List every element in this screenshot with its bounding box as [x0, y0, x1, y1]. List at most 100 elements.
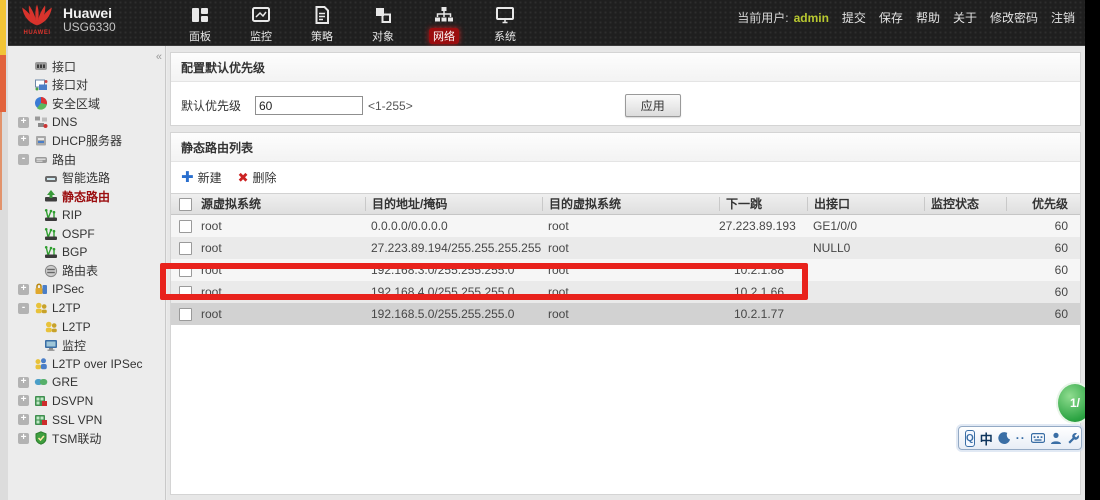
sidebar-item-label: DNS — [52, 115, 77, 129]
tree-expander-icon[interactable]: + — [18, 284, 29, 295]
row-checkbox[interactable] — [179, 220, 192, 233]
sidebar-item-label: DHCP服务器 — [52, 132, 122, 149]
column-header[interactable]: 目的地址/掩码 — [365, 197, 542, 211]
nav-label: 面板 — [185, 28, 215, 44]
sidebar-item[interactable]: OSPF — [8, 224, 165, 243]
tree-expander-icon[interactable]: + — [18, 414, 29, 425]
ime-fullwidth-moon-icon[interactable] — [998, 431, 1011, 446]
nav-item[interactable]: 策略 — [302, 3, 342, 45]
table-row[interactable]: root 0.0.0.0/0.0.0.0 root 27.223.89.193 … — [171, 215, 1080, 237]
sidebar-item[interactable]: 接口对 — [8, 76, 165, 95]
delete-route-button[interactable]: ✖ 删除 — [238, 169, 277, 186]
topbar-link[interactable]: 注销 — [1051, 9, 1075, 26]
protocol-sprout-icon — [44, 227, 58, 241]
cell-next-hop: 10.2.1.77 — [719, 307, 807, 321]
column-header[interactable]: 下一跳 — [719, 197, 807, 211]
sidebar-item[interactable]: + IPSec — [8, 280, 165, 299]
table-toolbar: ✚ 新建 ✖ 删除 — [171, 162, 1080, 193]
tree-expander-icon[interactable]: + — [18, 135, 29, 146]
column-header[interactable]: 源虚拟系统 — [195, 197, 365, 211]
sidebar-item[interactable]: + TSM联动 — [8, 429, 165, 448]
sidebar-item[interactable]: 安全区域 — [8, 94, 165, 113]
row-checkbox[interactable] — [179, 242, 192, 255]
sidebar-item-label: 智能选路 — [62, 169, 110, 186]
table-header-row: 源虚拟系统目的地址/掩码目的虚拟系统下一跳出接口监控状态优先级 — [171, 193, 1080, 215]
topbar-link[interactable]: 提交 — [842, 9, 866, 26]
sidebar-item[interactable]: 静态路由 — [8, 187, 165, 206]
ime-logo-icon[interactable]: Q — [965, 430, 975, 447]
sidebar-item[interactable]: L2TP — [8, 317, 165, 336]
column-header[interactable]: 监控状态 — [924, 197, 1006, 211]
sidebar-item[interactable]: L2TP over IPSec — [8, 355, 165, 374]
cell-out-interface: NULL0 — [807, 241, 924, 255]
sidebar-item[interactable]: + SSL VPN — [8, 410, 165, 429]
table-row[interactable]: root 27.223.89.194/255.255.255.255 root … — [171, 237, 1080, 259]
vpn-grid-icon — [34, 413, 48, 427]
huawei-logo-text: HUAWEI — [24, 30, 51, 36]
default-priority-input[interactable] — [255, 96, 363, 115]
column-header[interactable]: 出接口 — [807, 197, 924, 211]
sidebar-item[interactable]: BGP — [8, 243, 165, 262]
row-checkbox[interactable] — [179, 308, 192, 321]
new-route-button[interactable]: ✚ 新建 — [181, 169, 222, 186]
background-strip-line — [0, 112, 2, 210]
ime-wrench-icon[interactable] — [1067, 431, 1080, 446]
sidebar-item[interactable]: + GRE — [8, 373, 165, 392]
select-all-checkbox[interactable] — [179, 198, 192, 211]
ipsec-icon — [34, 282, 48, 296]
topbar-link[interactable]: 保存 — [879, 9, 903, 26]
nav-item[interactable]: 系统 — [485, 3, 525, 45]
sidebar-collapse-icon[interactable]: « — [156, 51, 162, 63]
topbar-link[interactable]: 修改密码 — [990, 9, 1038, 26]
sidebar-item[interactable]: + DHCP服务器 — [8, 131, 165, 150]
topbar-link[interactable]: 关于 — [953, 9, 977, 26]
ime-keyboard-icon[interactable] — [1031, 431, 1045, 446]
sidebar-item[interactable]: 路由表 — [8, 262, 165, 281]
cell-next-hop: 27.223.89.193 — [719, 219, 807, 233]
protocol-sprout-icon — [44, 208, 58, 222]
column-header[interactable]: 优先级 — [1006, 197, 1080, 211]
cell-source-vsys: root — [195, 219, 365, 233]
topbar-link[interactable]: 帮助 — [916, 9, 940, 26]
static-route-icon — [44, 189, 58, 203]
ime-language-toggle[interactable]: 中 — [980, 431, 993, 446]
sidebar-item[interactable]: 智能选路 — [8, 169, 165, 188]
nav-item[interactable]: 对象 — [363, 3, 403, 45]
sidebar-item[interactable]: + DSVPN — [8, 392, 165, 411]
sidebar-item[interactable]: - 路由 — [8, 150, 165, 169]
system-icon — [494, 4, 516, 26]
interface-icon — [34, 59, 48, 73]
cell-destination: 0.0.0.0/0.0.0.0 — [365, 219, 542, 233]
tree-expander-icon[interactable]: + — [18, 433, 29, 444]
sidebar-item[interactable]: + DNS — [8, 113, 165, 132]
column-header[interactable]: 目的虚拟系统 — [542, 197, 719, 211]
sidebar-item-label: 监控 — [62, 337, 86, 354]
sidebar-item-label: L2TP — [62, 320, 91, 334]
sidebar-item[interactable]: - L2TP — [8, 299, 165, 318]
tree-expander-icon[interactable]: + — [18, 377, 29, 388]
tree-expander-icon[interactable]: + — [18, 117, 29, 128]
nav-item[interactable]: 监控 — [241, 3, 281, 45]
monitor-icon — [250, 4, 272, 26]
tree-expander-icon[interactable]: - — [18, 303, 29, 314]
vpn-grid-icon — [34, 394, 48, 408]
brand-name: Huawei — [63, 5, 116, 21]
sidebar-item[interactable]: RIP — [8, 206, 165, 225]
annotation-highlight-box — [160, 263, 808, 300]
ime-punctuation-icon[interactable]: ·· — [1016, 431, 1026, 446]
tree-expander-icon[interactable]: - — [18, 154, 29, 165]
nav-label: 对象 — [368, 28, 398, 44]
l2tp-icon — [34, 301, 48, 315]
apply-button[interactable]: 应用 — [625, 94, 681, 117]
ime-user-icon[interactable] — [1050, 431, 1062, 446]
nav-item[interactable]: 网络 — [424, 3, 464, 45]
sidebar-item[interactable]: 接口 — [8, 57, 165, 76]
table-row[interactable]: root 192.168.5.0/255.255.255.0 root 10.2… — [171, 303, 1080, 325]
sidebar-item-label: 路由表 — [62, 262, 98, 279]
nav-item[interactable]: 面板 — [180, 3, 220, 45]
tree-expander-icon[interactable]: + — [18, 395, 29, 406]
sidebar-item[interactable]: 监控 — [8, 336, 165, 355]
letterbox-right — [1085, 0, 1100, 500]
priority-range-hint: <1-255> — [368, 99, 413, 113]
security-zone-icon — [34, 96, 48, 110]
